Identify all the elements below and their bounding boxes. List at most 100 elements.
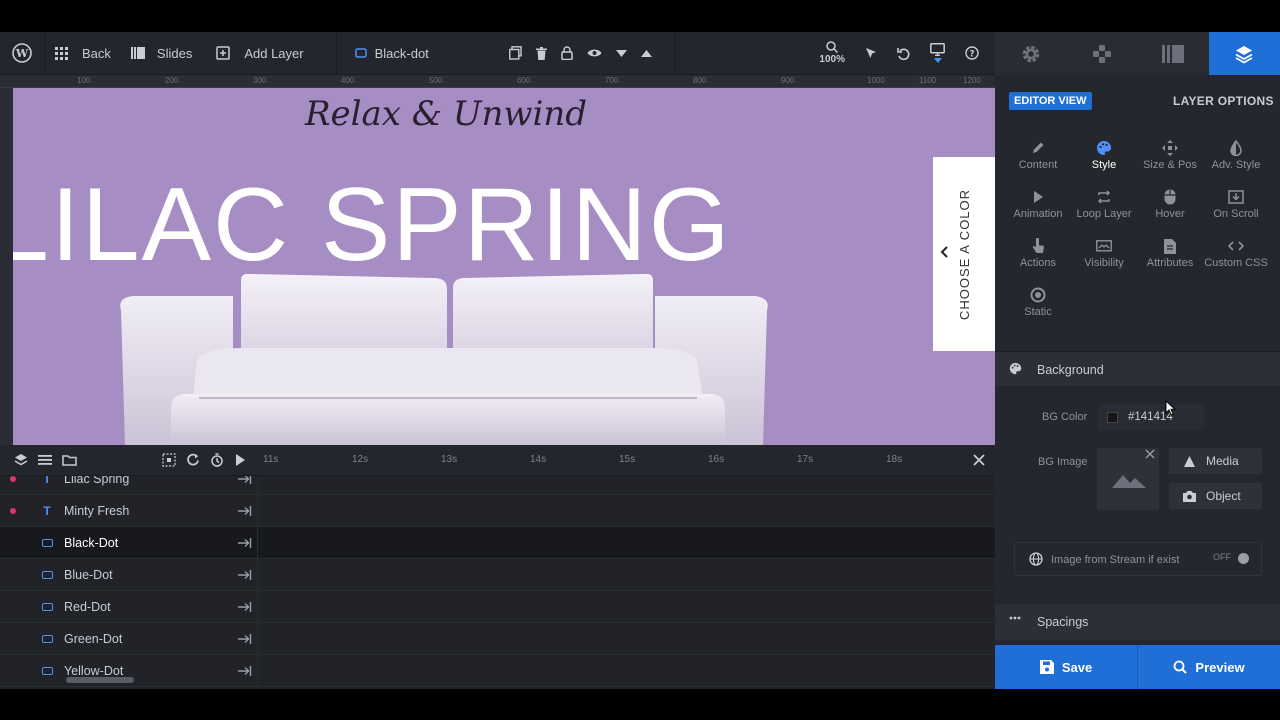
spacings-section-header[interactable]: Spacings (995, 604, 1280, 640)
option-attributes[interactable]: Attributes (1137, 235, 1203, 279)
timeline-header: 11s 12s 13s 14s 15s 16s 17s 18s (0, 445, 995, 476)
timeline-tick: 11s (263, 454, 279, 465)
visibility-icon (1071, 235, 1137, 257)
rewind-icon[interactable] (186, 453, 200, 467)
tab-slider-settings[interactable] (995, 32, 1066, 75)
bg-color-field[interactable]: #141414 (1098, 404, 1204, 430)
option-label: Custom CSS (1204, 257, 1268, 269)
option-custom-css[interactable]: Custom CSS (1203, 235, 1269, 279)
stopwatch-icon[interactable] (210, 453, 224, 467)
ruler-tick: 400 (341, 76, 355, 85)
shape-layer-icon (40, 600, 54, 614)
jump-to-icon[interactable] (238, 633, 252, 644)
mouse-cursor-icon (1165, 400, 1176, 416)
toggle-knob (1238, 553, 1249, 564)
option-size-pos[interactable]: Size & Pos (1137, 137, 1203, 181)
duplicate-icon[interactable] (508, 46, 522, 60)
tab-addons[interactable] (1066, 32, 1137, 75)
jump-to-icon[interactable] (238, 505, 252, 516)
eye-icon[interactable] (587, 48, 602, 58)
ruler-tick: 200 (165, 76, 179, 85)
timeline-tick: 13s (441, 454, 458, 465)
timeline-scale[interactable]: 11s 12s 13s 14s 15s 16s 17s 18s (258, 445, 958, 476)
camera-icon (1183, 490, 1196, 502)
close-timeline-icon[interactable] (972, 453, 986, 467)
jump-to-icon[interactable] (238, 569, 252, 580)
slides-button[interactable]: Slides (121, 32, 202, 74)
ruler-tick: 1100 (919, 76, 937, 85)
select-tool-button[interactable] (855, 32, 887, 74)
save-button[interactable]: Save (995, 645, 1137, 689)
slide-canvas[interactable]: Relax & Unwind LILAC SPRING CHOOSE A COL… (13, 88, 995, 445)
layer-row[interactable]: Blue-Dot (0, 559, 995, 591)
slide-title[interactable]: LILAC SPRING (13, 166, 732, 285)
trash-icon[interactable] (535, 46, 547, 60)
undo-button[interactable] (887, 32, 920, 74)
option-on-scroll[interactable]: On Scroll (1203, 186, 1269, 230)
option-actions[interactable]: Actions (1005, 235, 1071, 279)
play-icon[interactable] (234, 453, 246, 467)
svg-text:W: W (15, 47, 29, 60)
undo-icon (897, 47, 910, 60)
jump-to-icon[interactable] (238, 476, 252, 484)
layer-row[interactable]: Yellow-Dot (0, 655, 995, 687)
folder-icon[interactable] (62, 453, 77, 467)
caret-down-icon[interactable] (615, 49, 627, 57)
option-animation[interactable]: Animation (1005, 186, 1071, 230)
tab-slides[interactable] (1138, 32, 1209, 75)
option-static[interactable]: Static (1005, 284, 1071, 328)
help-button[interactable]: ? (955, 32, 989, 74)
option-label: On Scroll (1213, 208, 1259, 220)
object-button[interactable]: Object (1169, 483, 1262, 509)
tab-layers[interactable] (1208, 32, 1280, 75)
horizontal-scrollbar[interactable] (66, 677, 134, 683)
shape-layer-icon (40, 568, 54, 582)
wordpress-logo-button[interactable]: W (0, 32, 44, 74)
choose-color-tab[interactable]: CHOOSE A COLOR (933, 157, 995, 351)
color-swatch (1107, 412, 1118, 423)
current-layer-selector[interactable]: Black-dot (337, 32, 507, 74)
layers-stack-icon[interactable] (14, 453, 28, 467)
shape-layer-icon (354, 48, 367, 58)
remove-image-icon[interactable] (1145, 449, 1155, 459)
preview-button[interactable]: Preview (1138, 645, 1280, 689)
zoom-control[interactable]: 100% (809, 32, 855, 74)
timeline-tick: 16s (708, 454, 725, 465)
layer-row[interactable]: Red-Dot (0, 591, 995, 623)
list-icon[interactable] (38, 453, 52, 467)
device-preview-button[interactable] (920, 32, 955, 74)
jump-to-icon[interactable] (238, 537, 252, 548)
ruler-tick: 900 (781, 76, 795, 85)
option-adv-style[interactable]: Adv. Style (1203, 137, 1269, 181)
option-label: Static (1024, 306, 1052, 318)
back-button[interactable]: Back (45, 32, 121, 74)
lock-icon[interactable] (560, 46, 573, 60)
sofa-image[interactable] (113, 274, 775, 445)
option-content[interactable]: Content (1005, 137, 1071, 181)
option-hover[interactable]: Hover (1137, 186, 1203, 230)
snap-grid-icon[interactable] (162, 453, 176, 467)
media-button[interactable]: Media (1169, 448, 1262, 474)
option-style[interactable]: Style (1071, 137, 1137, 181)
slide-headline[interactable]: Relax & Unwind (13, 94, 879, 134)
desktop-icon (930, 43, 945, 56)
layer-row[interactable]: T Minty Fresh (0, 495, 995, 527)
layer-row[interactable]: T Lilac Spring (0, 476, 995, 495)
layer-row-selected[interactable]: Black-Dot (0, 527, 995, 559)
jump-to-icon[interactable] (238, 665, 252, 676)
text-layer-icon: T (43, 476, 51, 486)
grid-icon (55, 46, 68, 60)
jump-to-icon[interactable] (238, 601, 252, 612)
option-loop-layer[interactable]: Loop Layer (1071, 186, 1137, 230)
pencil-icon (1005, 137, 1071, 159)
stream-toggle[interactable]: OFF (1213, 552, 1253, 566)
option-visibility[interactable]: Visibility (1071, 235, 1137, 279)
option-label: Content (1018, 159, 1058, 171)
editor-view-badge[interactable]: EDITOR VIEW (1009, 92, 1092, 110)
magnifier-icon (826, 41, 839, 53)
background-section-header[interactable]: Background (995, 351, 1280, 386)
layer-row[interactable]: Green-Dot (0, 623, 995, 655)
option-label: Size & Pos (1143, 159, 1197, 171)
caret-up-icon[interactable] (640, 49, 652, 57)
add-layer-button[interactable]: Add Layer (202, 32, 313, 74)
